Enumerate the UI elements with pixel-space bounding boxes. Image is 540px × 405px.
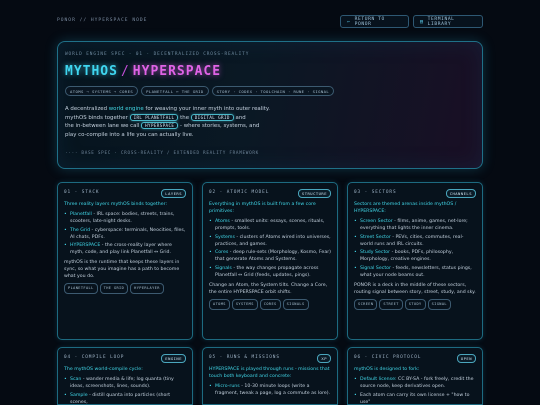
card-intro: mythOS is designed to fork: — [354, 367, 420, 372]
badge-xp: XP — [317, 354, 331, 363]
card-stack: 01 · STACK LAYERS Three reality layers m… — [57, 182, 193, 340]
list-item: The Grid - cyberspace: terminals, Neocit… — [64, 227, 186, 241]
lead-text: - where stories, systems, and — [178, 123, 260, 130]
list-item: Signal Sector - feeds, newsletters, stat… — [354, 265, 476, 279]
list-item: Atoms - smallest units: essays, scenes, … — [209, 218, 331, 232]
lead-text: mythOS binds together — [65, 114, 130, 121]
arrow-left-icon: ← — [347, 18, 351, 25]
library-label: TERMINAL LIBRARY — [427, 16, 455, 27]
chip-hyperlayer: HYPERLAYER — [130, 283, 164, 294]
card-runs-missions: 05 · RUNS & MISSIONS XP HYPERSPACE is pl… — [202, 347, 338, 405]
chip-study: STUDY — [404, 298, 426, 310]
card-atomic-model: 02 · ATOMIC MODEL STRUCTURE Everything i… — [202, 182, 338, 340]
badge-structure: STRUCTURE — [297, 189, 331, 198]
chip-screen: SCREEN — [354, 298, 378, 310]
return-to-ponor-button[interactable]: ← RETURN TO PONOR — [340, 15, 409, 28]
tag-digital-grid: DIGITAL GRID — [190, 113, 234, 121]
list-item: Signals - the way changes propagate acro… — [209, 265, 331, 279]
lead-text: play co-compile into a life you can actu… — [65, 131, 194, 138]
list-item: HYPERSPACE - the cross-reality layer whe… — [64, 242, 186, 256]
pill-planetfall: PLANETFALL ↔ THE GRID — [141, 86, 209, 96]
badge-engine: ENGINE — [161, 354, 186, 363]
card-title: 01 · STACK — [64, 190, 100, 195]
card-intro: The mythOS world-compile cycle: — [64, 367, 143, 372]
lead-text: the in-between lane we call — [65, 123, 142, 130]
chip-the-grid: THE GRID — [99, 283, 129, 294]
chip-street: STREET — [379, 298, 403, 310]
list-item: Study Sector - books, PDFs, philosophy, … — [354, 249, 476, 263]
card-paragraph: mythOS is the runtime that keeps these l… — [64, 260, 180, 279]
chip-signal: SIGNAL — [427, 298, 451, 310]
chip-row: SCREEN STREET STUDY SIGNAL — [354, 298, 476, 310]
lead-text: A decentralized — [65, 106, 109, 112]
pill-atoms: ATOMS → SYSTEMS → CORES — [65, 86, 139, 96]
card-paragraph: PONOR is a deck in the middle of these s… — [354, 282, 476, 295]
badge-open: OPEN — [456, 354, 476, 363]
hero-lead: A decentralized world engine for weaving… — [65, 105, 295, 139]
card-civic-protocol: 06 · CIVIC PROTOCOL OPEN mythOS is desig… — [347, 347, 483, 405]
terminal-library-button[interactable]: ▤ TERMINAL LIBRARY — [413, 15, 483, 28]
chip-systems: SYSTEMS — [231, 298, 258, 310]
card-title: 02 · ATOMIC MODEL — [209, 190, 270, 195]
card-paragraph: Change an Atom, the System tilts. Change… — [209, 282, 328, 295]
card-intro: Sectors are themed arenas inside mythOS … — [354, 202, 457, 214]
hero-kicker: WORLD ENGINE SPEC · 01 · DECENTRALIZED C… — [65, 52, 250, 57]
title-separator: / — [120, 64, 130, 79]
lead-text: for weaving your inner myth into outer r… — [143, 106, 270, 112]
card-title: 04 · COMPILE LOOP — [64, 355, 125, 360]
list-item: Screen Sector - films, anime, games, net… — [354, 218, 476, 232]
list-item: Default license: CC BY-SA - fork freely,… — [354, 376, 476, 390]
chip-cores: CORES — [259, 298, 281, 310]
card-intro: Everything in mythOS is built from a few… — [209, 202, 316, 214]
card-intro: Three reality layers mythOS binds togeth… — [64, 202, 168, 207]
list-item: Street Sector - PEVs, cities, commutes, … — [354, 234, 476, 248]
card-sectors: 03 · SECTORS CHANNELS Sectors are themed… — [347, 182, 483, 340]
tag-hyperspace: HYPERSPACE — [141, 122, 179, 130]
list-item: Sample - distill quanta into particles (… — [64, 392, 186, 405]
card-title: 05 · RUNS & MISSIONS — [209, 355, 280, 360]
list-item: Scan - wander media & life; log quanta (… — [64, 376, 186, 390]
pill-story: STORY · CODEX · TOOLCHAIN · RUNE · SIGNA… — [211, 86, 335, 96]
chip-row: ATOMS SYSTEMS CORES SIGNALS — [209, 298, 331, 310]
hero-panel: WORLD ENGINE SPEC · 01 · DECENTRALIZED C… — [57, 41, 483, 169]
chip-row: PLANETFALL THE GRID HYPERLAYER — [64, 283, 186, 294]
chip-planetfall: PLANETFALL — [64, 283, 98, 294]
badge-channels: CHANNELS — [445, 189, 476, 198]
badge-layers: LAYERS — [161, 189, 186, 198]
lead-highlight: world engine — [108, 106, 144, 112]
hero-pills: ATOMS → SYSTEMS → CORES PLANETFALL ↔ THE… — [65, 86, 335, 96]
card-title: 03 · SECTORS — [354, 190, 397, 195]
chip-signals: SIGNALS — [282, 298, 309, 310]
title-hyperspace: HYPERSPACE — [132, 64, 222, 79]
list-item: Each atom can carry its own license + "h… — [354, 392, 476, 405]
breadcrumb: PONOR // HYPERSPACE NODE — [57, 18, 148, 23]
list-item: Planetfall - IRL space: bodies, streets,… — [64, 211, 186, 225]
tag-irl-planetfall: IRL PLANETFALL — [129, 113, 179, 121]
list-item: Micro-runs - 10-30 minute loops (write a… — [209, 383, 331, 397]
top-bar: PONOR // HYPERSPACE NODE ← RETURN TO PON… — [0, 0, 540, 40]
card-title: 06 · CIVIC PROTOCOL — [354, 355, 422, 360]
card-compile-loop: 04 · COMPILE LOOP ENGINE The mythOS worl… — [57, 347, 193, 405]
lead-text: and — [233, 114, 246, 121]
chip-atoms: ATOMS — [209, 298, 230, 310]
return-label: RETURN TO PONOR — [354, 16, 385, 27]
list-item: Cores - deep rule-sets (Morphology, Kosm… — [209, 249, 331, 263]
lead-text: the — [178, 114, 191, 121]
page-title: MYTHOS / HYPERSPACE — [65, 64, 221, 79]
card-intro: HYPERSPACE is played through runs - miss… — [209, 367, 330, 379]
list-item: Systems - clusters of Atoms wired into u… — [209, 234, 331, 248]
hero-footer: ···· BASE SPEC · CROSS-REALITY / EXTENDE… — [65, 151, 259, 156]
terminal-icon: ▤ — [420, 18, 424, 25]
title-mythos: MYTHOS — [65, 64, 118, 79]
